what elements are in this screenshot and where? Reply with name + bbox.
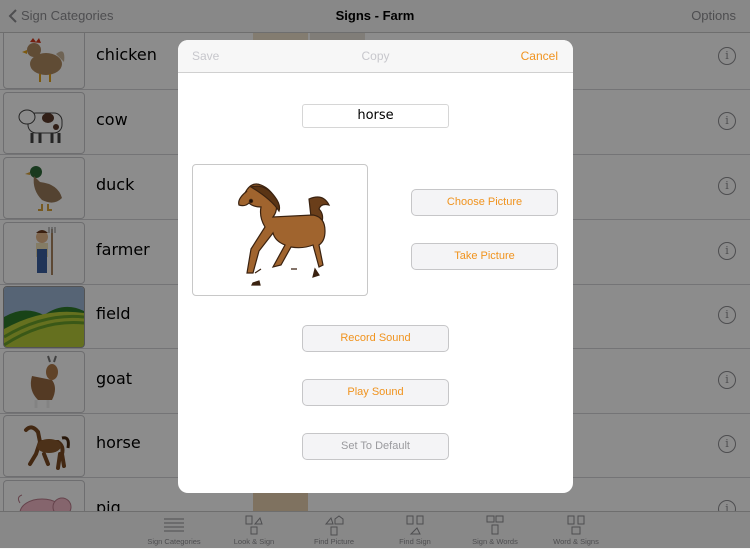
set-to-default-button[interactable]: Set To Default [302, 433, 449, 460]
sign-picture [192, 164, 368, 296]
record-sound-button[interactable]: Record Sound [302, 325, 449, 352]
sign-name-input[interactable] [302, 104, 449, 128]
copy-button[interactable]: Copy [361, 49, 389, 63]
take-picture-button[interactable]: Take Picture [411, 243, 558, 270]
cancel-button[interactable]: Cancel [521, 49, 558, 63]
dialog-header: Save Copy Cancel [178, 40, 573, 73]
edit-sign-dialog: Save Copy Cancel Choose Picture Take Pic… [178, 40, 573, 493]
save-button[interactable]: Save [192, 49, 219, 63]
choose-picture-button[interactable]: Choose Picture [411, 189, 558, 216]
play-sound-button[interactable]: Play Sound [302, 379, 449, 406]
horse-picture [238, 183, 331, 286]
